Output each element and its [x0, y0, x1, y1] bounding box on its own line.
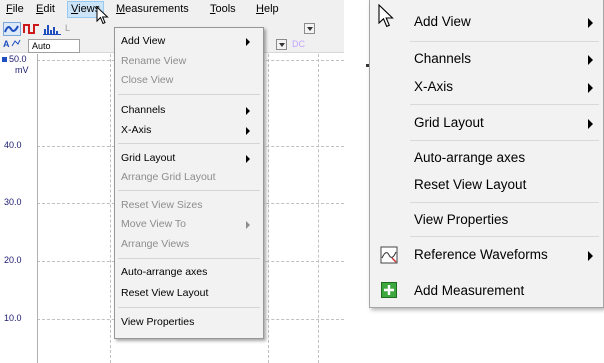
menu-item-arrange-views: Arrange Views [121, 238, 189, 250]
menu-item-label: Arrange Views [121, 238, 190, 250]
zoom-menu-item-view-properties[interactable]: View Properties [414, 212, 508, 227]
y-unit-label: mV [15, 65, 29, 75]
menu-item-label: Grid Layout [121, 152, 176, 164]
menu-item-rename-view: Rename View [121, 55, 186, 67]
zoom-menu-item-add-measurement[interactable]: Add Measurement [414, 283, 524, 298]
add-measurement-icon [381, 282, 397, 298]
menu-item-label: Move View To [121, 218, 186, 230]
y-tick-label: 20.0 [4, 255, 22, 265]
menu-bar: File Edit Views Measurements Tools Help [0, 0, 344, 19]
menu-item-close-view: Close View [121, 74, 173, 86]
menu-item-label: Reset View Layout [121, 287, 209, 299]
grid-line [110, 54, 111, 363]
menu-separator [410, 236, 599, 237]
menu-help[interactable]: Help [256, 3, 279, 15]
zoom-menu-item-add-view[interactable]: Add View [414, 14, 471, 29]
submenu-arrow-icon [246, 107, 250, 115]
submenu-arrow-icon [588, 18, 593, 28]
zoom-menu-item-grid-layout[interactable]: Grid Layout [414, 115, 484, 130]
menu-item-move-view-to: Move View To [121, 218, 186, 230]
y-tick-label: 30.0 [4, 197, 22, 207]
reference-waveform-icon [380, 246, 398, 264]
coupling-label: DC [292, 39, 305, 49]
menu-separator [410, 202, 599, 203]
menu-measurements[interactable]: Measurements [116, 3, 189, 15]
zoom-menu-item-reference-waveforms[interactable]: Reference Waveforms [414, 247, 548, 262]
menu-separator [118, 143, 260, 144]
views-menu-zoomed: Add View Channels X-Axis Grid Layout Aut… [366, 0, 604, 308]
menu-item-label: Arrange Grid Layout [121, 171, 216, 183]
menu-edit-label-rest: dit [43, 3, 55, 15]
edge-mark [366, 64, 369, 67]
menu-item-label: Reset View Sizes [121, 199, 203, 211]
menu-item-reset-view-sizes: Reset View Sizes [121, 199, 203, 211]
menu-item-reset-view-layout[interactable]: Reset View Layout [121, 287, 208, 299]
y-tick-label: 50.0 [9, 54, 27, 64]
menu-tools-label-rest: ools [215, 3, 236, 15]
spin-button[interactable] [304, 23, 315, 34]
menu-tools[interactable]: Tools [210, 3, 236, 15]
mouse-pointer-icon [96, 6, 109, 25]
submenu-arrow-icon [246, 221, 250, 229]
y-tick-label: 10.0 [4, 313, 22, 323]
menu-item-x-axis[interactable]: X-Axis [121, 124, 151, 136]
menu-item-arrange-grid-layout: Arrange Grid Layout [121, 171, 216, 183]
menu-separator [118, 307, 260, 308]
menu-item-label: Auto-arrange axes [121, 266, 208, 278]
menu-separator [118, 258, 260, 259]
scope-app-window: File Edit Views Measurements Tools Help … [0, 0, 344, 363]
submenu-arrow-icon [588, 83, 593, 93]
mouse-pointer-icon [378, 4, 394, 28]
grid-line [318, 54, 319, 363]
channel-a-marker [2, 57, 7, 62]
submenu-arrow-icon [588, 251, 593, 261]
coupling-dropdown-button[interactable] [276, 39, 287, 50]
menu-edit[interactable]: Edit [36, 3, 55, 15]
submenu-arrow-icon [588, 55, 593, 65]
zoom-menu-item-x-axis[interactable]: X-Axis [414, 79, 453, 94]
menu-separator [410, 104, 599, 105]
submenu-arrow-icon [246, 155, 250, 163]
menu-separator [410, 140, 599, 141]
menu-separator [118, 190, 260, 191]
persistence-mode-icon[interactable] [23, 22, 41, 36]
menu-separator [410, 41, 599, 42]
menu-item-label: Channels [121, 104, 166, 116]
menu-help-label-rest: elp [263, 3, 279, 15]
views-dropdown-menu: Add View Rename View Close View Channels… [114, 27, 264, 339]
menu-item-auto-arrange-axes[interactable]: Auto-arrange axes [121, 266, 207, 278]
zoom-menu-item-auto-arrange-axes[interactable]: Auto-arrange axes [414, 150, 525, 165]
menu-item-add-view[interactable]: Add View [121, 35, 165, 47]
grid-line [268, 54, 269, 363]
submenu-arrow-icon [246, 127, 250, 135]
zoom-menu-item-reset-view-layout[interactable]: Reset View Layout [414, 177, 526, 192]
menu-measurements-label-rest: easurements [125, 3, 189, 15]
scope-mode-icon[interactable] [3, 22, 21, 36]
menu-item-label: Rename View [121, 55, 187, 67]
submenu-arrow-icon [588, 119, 593, 129]
menu-item-channels[interactable]: Channels [121, 104, 165, 116]
menu-item-view-properties[interactable]: View Properties [121, 316, 194, 328]
menu-item-label: View Properties [121, 316, 195, 328]
menu-file-label-rest: ile [12, 3, 24, 15]
menu-separator [118, 94, 260, 95]
menu-item-label: Close View [121, 74, 174, 86]
range-combo[interactable]: Auto [28, 39, 80, 53]
y-axis-line [37, 54, 38, 363]
y-tick-label: 40.0 [4, 140, 22, 150]
channel-a-icon: A [3, 39, 27, 53]
menu-item-label: X-Axis [121, 124, 152, 136]
menu-file[interactable]: File [6, 3, 24, 15]
menu-item-label: Add View [121, 35, 166, 47]
submenu-arrow-icon [246, 38, 250, 46]
menu-item-grid-layout[interactable]: Grid Layout [121, 152, 175, 164]
toolbar-overflow-icon: L [65, 23, 71, 33]
spectrum-mode-icon[interactable] [43, 22, 61, 36]
zoom-menu-item-channels[interactable]: Channels [414, 51, 471, 66]
